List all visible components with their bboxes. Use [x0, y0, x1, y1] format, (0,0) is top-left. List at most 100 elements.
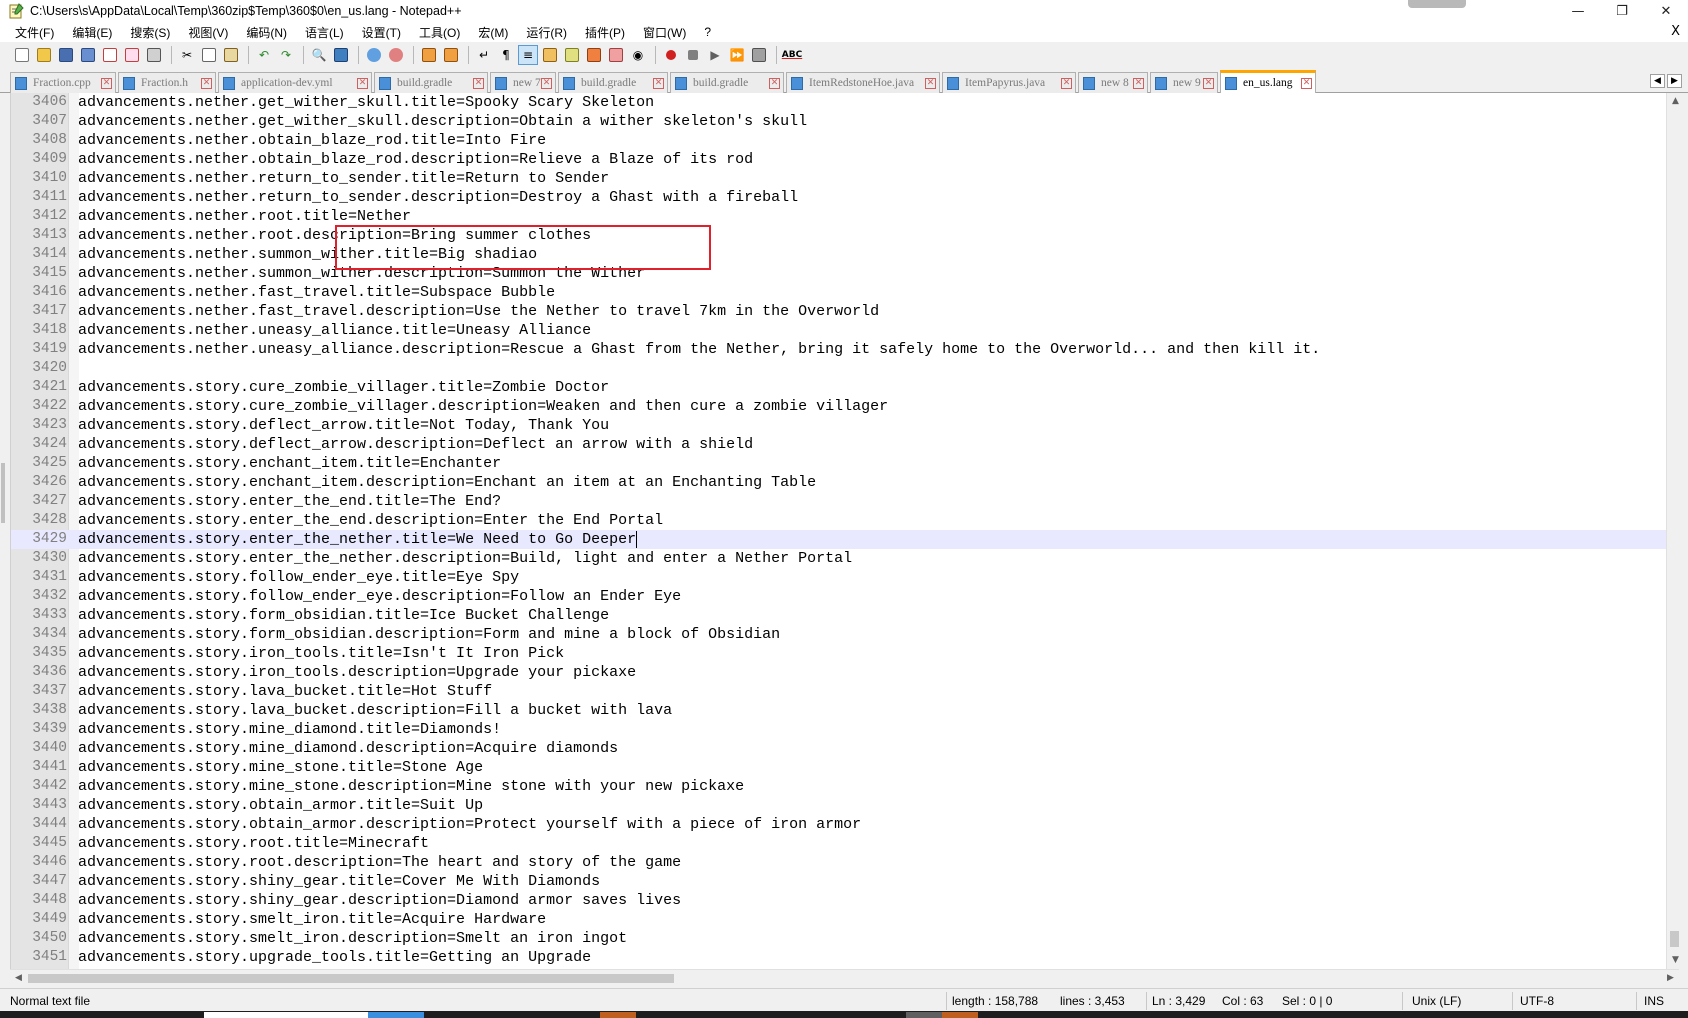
line-text[interactable]: advancements.story.mine_diamond.title=Di… [78, 720, 501, 739]
udl-icon[interactable] [540, 45, 560, 65]
line-text[interactable]: advancements.nether.uneasy_alliance.desc… [78, 340, 1320, 359]
line-text[interactable]: advancements.story.enter_the_end.title=T… [78, 492, 501, 511]
scroll-left-icon[interactable]: ◀ [10, 970, 27, 987]
line-text[interactable]: advancements.nether.fast_travel.descript… [78, 302, 879, 321]
menu-encoding[interactable]: 编码(N) [237, 24, 296, 41]
editor-line[interactable]: 3444 advancements.story.obtain_armor.desc… [11, 815, 1666, 834]
line-text[interactable]: advancements.story.enchant_item.title=En… [78, 454, 501, 473]
undo-icon[interactable]: ↶ [254, 45, 274, 65]
line-text[interactable]: advancements.nether.uneasy_alliance.titl… [78, 321, 591, 340]
tab-close-icon[interactable]: ✕ [357, 77, 368, 89]
tab-close-icon[interactable]: ✕ [1061, 77, 1072, 89]
scroll-down-icon[interactable]: ▼ [1667, 952, 1679, 969]
print-icon[interactable] [144, 45, 164, 65]
line-text[interactable]: advancements.nether.get_wither_skull.tit… [78, 93, 654, 112]
close-file-icon[interactable] [100, 45, 120, 65]
editor-lines[interactable]: 3406 advancements.nether.get_wither_skull… [11, 93, 1666, 967]
close-document-button[interactable]: X [1671, 24, 1680, 39]
line-text[interactable]: advancements.story.root.description=The … [78, 853, 681, 872]
editor-line[interactable]: 3406 advancements.nether.get_wither_skull… [11, 93, 1666, 112]
word-wrap-icon[interactable]: ↵ [474, 45, 494, 65]
tab-close-icon[interactable]: ✕ [1133, 77, 1144, 89]
tab-close-icon[interactable]: ✕ [1301, 77, 1312, 89]
monitor-icon[interactable]: ◉ [628, 45, 648, 65]
editor-line[interactable]: 3414 advancements.nether.summon_wither.ti… [11, 245, 1666, 264]
editor-line[interactable]: 3449 advancements.story.smelt_iron.title=… [11, 910, 1666, 929]
tab-close-icon[interactable]: ✕ [541, 77, 552, 89]
line-text[interactable]: advancements.nether.return_to_sender.tit… [78, 169, 609, 188]
editor-line[interactable]: 3413 advancements.nether.root.description… [11, 226, 1666, 245]
editor-line[interactable]: 3427 advancements.story.enter_the_end.tit… [11, 492, 1666, 511]
tab-itempapyrus-java[interactable]: ItemPapyrus.java ✕ [942, 72, 1076, 93]
menu-window[interactable]: 窗口(W) [634, 24, 695, 41]
line-text[interactable]: advancements.story.smelt_iron.title=Acqu… [78, 910, 546, 929]
horizontal-scroll-thumb[interactable] [28, 974, 674, 983]
replace-icon[interactable] [331, 45, 351, 65]
taskbar-item[interactable] [906, 1012, 942, 1018]
editor-line[interactable]: 3424 advancements.story.deflect_arrow.des… [11, 435, 1666, 454]
line-text[interactable]: advancements.story.mine_stone.descriptio… [78, 777, 744, 796]
restore-icon[interactable]: ❐ [1600, 0, 1644, 22]
line-text[interactable]: advancements.story.smelt_iron.descriptio… [78, 929, 627, 948]
text-editor[interactable]: 3406 advancements.nether.get_wither_skull… [10, 93, 1679, 969]
editor-line[interactable]: 3415 advancements.nether.summon_wither.de… [11, 264, 1666, 283]
editor-line[interactable]: 3410 advancements.nether.return_to_sender… [11, 169, 1666, 188]
stop-macro-icon[interactable] [683, 45, 703, 65]
new-file-icon[interactable] [12, 45, 32, 65]
line-text[interactable]: advancements.nether.obtain_blaze_rod.tit… [78, 131, 546, 150]
line-text[interactable]: advancements.nether.root.description=Bri… [78, 226, 591, 245]
menu-help[interactable]: ? [695, 25, 720, 39]
editor-line[interactable]: 3443 advancements.story.obtain_armor.titl… [11, 796, 1666, 815]
zoom-in-icon[interactable] [364, 45, 384, 65]
line-text[interactable]: advancements.story.cure_zombie_villager.… [78, 378, 609, 397]
taskbar-item[interactable] [600, 1012, 636, 1018]
editor-line[interactable]: 3407 advancements.nether.get_wither_skull… [11, 112, 1666, 131]
line-text[interactable]: advancements.story.form_obsidian.descrip… [78, 625, 780, 644]
scroll-up-icon[interactable]: ▲ [1667, 93, 1679, 110]
zoom-out-icon[interactable] [386, 45, 406, 65]
line-text[interactable]: advancements.story.shiny_gear.descriptio… [78, 891, 681, 910]
menu-tools[interactable]: 工具(O) [410, 24, 469, 41]
line-text[interactable]: advancements.nether.return_to_sender.des… [78, 188, 798, 207]
editor-line[interactable]: 3423 advancements.story.deflect_arrow.tit… [11, 416, 1666, 435]
line-text[interactable]: advancements.story.lava_bucket.descripti… [78, 701, 672, 720]
vertical-scroll-thumb[interactable] [1670, 931, 1679, 947]
editor-line[interactable]: 3420 [11, 359, 1666, 378]
editor-line[interactable]: 3445 advancements.story.root.title=Minecr… [11, 834, 1666, 853]
editor-line[interactable]: 3437 advancements.story.lava_bucket.title… [11, 682, 1666, 701]
menu-macro[interactable]: 宏(M) [469, 24, 517, 41]
show-all-chars-icon[interactable]: ¶ [496, 45, 516, 65]
line-text[interactable]: advancements.story.mine_diamond.descript… [78, 739, 618, 758]
tab-build-gradle-1[interactable]: build.gradle ✕ [374, 72, 488, 93]
line-text[interactable]: advancements.story.upgrade_tools.title=G… [78, 948, 591, 967]
line-text[interactable]: advancements.story.obtain_armor.descript… [78, 815, 861, 834]
line-text[interactable]: advancements.story.deflect_arrow.title=N… [78, 416, 609, 435]
editor-line[interactable]: 3417 advancements.nether.fast_travel.desc… [11, 302, 1666, 321]
line-text[interactable]: advancements.story.obtain_armor.title=Su… [78, 796, 483, 815]
line-text[interactable]: advancements.story.follow_ender_eye.desc… [78, 587, 681, 606]
line-text[interactable]: advancements.story.shiny_gear.title=Cove… [78, 872, 600, 891]
tab-itemredstonehoe-java[interactable]: ItemRedstoneHoe.java ✕ [786, 72, 940, 93]
editor-line[interactable]: 3438 advancements.story.lava_bucket.descr… [11, 701, 1666, 720]
vertical-scrollbar[interactable]: ▲ ▼ [1666, 93, 1679, 969]
editor-line[interactable]: 3440 advancements.story.mine_diamond.desc… [11, 739, 1666, 758]
tab-close-icon[interactable]: ✕ [201, 77, 212, 89]
editor-line[interactable]: 3422 advancements.story.cure_zombie_villa… [11, 397, 1666, 416]
find-icon[interactable]: 🔍 [309, 45, 329, 65]
line-text[interactable]: advancements.nether.obtain_blaze_rod.des… [78, 150, 753, 169]
copy-icon[interactable] [199, 45, 219, 65]
horizontal-scrollbar[interactable]: ◀ ▶ [10, 969, 1679, 986]
tab-application-dev-yml[interactable]: application-dev.yml ✕ [218, 72, 372, 93]
close-icon[interactable]: ✕ [1644, 0, 1688, 22]
doc-map-icon[interactable] [562, 45, 582, 65]
editor-line[interactable]: 3435 advancements.story.iron_tools.title=… [11, 644, 1666, 663]
line-text[interactable]: advancements.story.form_obsidian.title=I… [78, 606, 609, 625]
tab-build-gradle-3[interactable]: build.gradle ✕ [670, 72, 784, 93]
tab-new-9[interactable]: new 9 ✕ [1150, 72, 1218, 93]
tab-en-us-lang[interactable]: en_us.lang ✕ [1220, 70, 1316, 93]
editor-line[interactable]: 3433 advancements.story.form_obsidian.tit… [11, 606, 1666, 625]
editor-line[interactable]: 3411 advancements.nether.return_to_sender… [11, 188, 1666, 207]
folder-workspace-icon[interactable] [606, 45, 626, 65]
line-text[interactable]: advancements.nether.get_wither_skull.des… [78, 112, 807, 131]
scroll-right-icon[interactable]: ▶ [1662, 970, 1679, 987]
